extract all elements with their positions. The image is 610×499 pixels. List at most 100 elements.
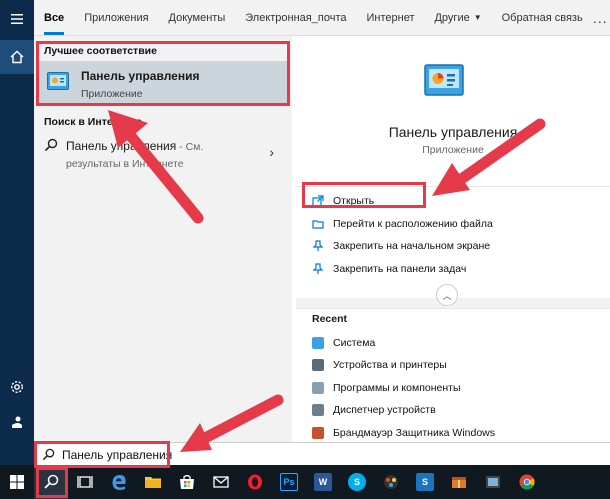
chrome-button[interactable] bbox=[510, 465, 544, 499]
recent-item-label: Диспетчер устройств bbox=[333, 404, 436, 416]
menu-button[interactable] bbox=[0, 2, 34, 36]
file-explorer-button[interactable] bbox=[136, 465, 170, 499]
feedback-link[interactable]: Обратная связь bbox=[492, 0, 591, 35]
account-button[interactable] bbox=[0, 405, 34, 439]
taskbar-search-button[interactable] bbox=[34, 465, 68, 499]
colorful-app-icon bbox=[384, 475, 398, 489]
recent-item-label: Программы и компоненты bbox=[333, 382, 461, 394]
system-icon bbox=[312, 337, 324, 349]
pin-taskbar-label: Закрепить на панели задач bbox=[333, 263, 467, 275]
tab-other-label: Другие bbox=[434, 11, 470, 24]
results-panel: Лучшее соответствие Панель управления Пр… bbox=[34, 36, 292, 465]
pin-start-action[interactable]: Закрепить на начальном экране bbox=[312, 237, 490, 255]
tab-other[interactable]: Другие ▼ bbox=[424, 0, 491, 35]
tab-email[interactable]: Электронная_почта bbox=[235, 0, 356, 35]
gear-icon bbox=[10, 380, 24, 394]
device-manager-icon bbox=[312, 404, 324, 416]
web-search-text: Панель управления - См. результаты в Инт… bbox=[66, 138, 256, 172]
collapse-button[interactable]: ︿ bbox=[436, 284, 458, 306]
opera-button[interactable] bbox=[238, 465, 272, 499]
skype-icon: S bbox=[348, 473, 366, 491]
recent-heading: Recent bbox=[312, 313, 348, 325]
word-button[interactable]: W bbox=[306, 465, 340, 499]
media-icon bbox=[486, 476, 500, 488]
edge-icon bbox=[112, 475, 126, 490]
recent-item[interactable]: Брандмауэр Защитника Windows bbox=[312, 424, 495, 442]
task-view-icon bbox=[77, 476, 93, 488]
best-match-item[interactable]: Панель управления Приложение bbox=[38, 61, 288, 105]
photoshop-icon: Ps bbox=[280, 473, 298, 491]
preview-subtitle: Приложение bbox=[422, 144, 484, 156]
store-button[interactable] bbox=[170, 465, 204, 499]
edge-button[interactable] bbox=[102, 465, 136, 499]
home-icon bbox=[10, 50, 24, 64]
search-icon bbox=[44, 138, 58, 152]
mail-button[interactable] bbox=[204, 465, 238, 499]
chevron-up-icon: ︿ bbox=[442, 290, 452, 301]
pin-icon bbox=[312, 240, 324, 251]
opera-icon bbox=[248, 474, 262, 490]
web-search-heading: Поиск в Интернете bbox=[44, 116, 143, 128]
file-location-action[interactable]: Перейти к расположению файла bbox=[312, 215, 493, 233]
photoshop-button[interactable]: Ps bbox=[272, 465, 306, 499]
folder-icon bbox=[312, 220, 324, 229]
recent-item[interactable]: Программы и компоненты bbox=[312, 379, 461, 397]
tab-documents[interactable]: Документы bbox=[159, 0, 236, 35]
tab-all[interactable]: Все bbox=[34, 0, 74, 35]
firewall-icon bbox=[312, 427, 324, 439]
recent-item[interactable]: Устройства и принтеры bbox=[312, 356, 447, 374]
preview-card: Панель управления Приложение bbox=[296, 36, 610, 186]
caret-down-icon: ▼ bbox=[473, 13, 482, 22]
best-match-heading: Лучшее соответствие bbox=[44, 45, 157, 57]
preview-title: Панель управления bbox=[388, 124, 518, 140]
control-panel-icon bbox=[47, 72, 69, 90]
task-view-button[interactable] bbox=[68, 465, 102, 499]
archiver-button[interactable] bbox=[442, 465, 476, 499]
store-icon bbox=[180, 474, 194, 489]
preview-panel: Панель управления Приложение Открыть Пер… bbox=[296, 36, 610, 465]
recent-item[interactable]: Диспетчер устройств bbox=[312, 401, 436, 419]
chevron-right-icon[interactable]: › bbox=[269, 144, 274, 160]
open-icon bbox=[312, 195, 324, 207]
pin-taskbar-action[interactable]: Закрепить на панели задач bbox=[312, 260, 466, 278]
web-search-item[interactable]: Панель управления - См. результаты в Инт… bbox=[38, 134, 288, 174]
recent-item-label: Система bbox=[333, 337, 376, 349]
search-icon bbox=[44, 474, 59, 489]
file-explorer-icon bbox=[145, 477, 161, 488]
media-button[interactable] bbox=[476, 465, 510, 499]
file-location-label: Перейти к расположению файла bbox=[333, 218, 493, 230]
best-match-type: Приложение bbox=[81, 88, 143, 100]
more-options-button[interactable]: ... bbox=[591, 0, 610, 35]
recent-item[interactable]: Система bbox=[312, 334, 375, 352]
tab-web[interactable]: Интернет bbox=[356, 0, 424, 35]
recent-item-label: Брандмауэр Защитника Windows bbox=[333, 427, 496, 439]
start-button[interactable] bbox=[0, 465, 34, 499]
control-panel-large-icon bbox=[424, 64, 464, 96]
archive-icon bbox=[452, 477, 466, 488]
search-icon bbox=[42, 448, 55, 461]
search-tabs: Все Приложения Документы Электронная_поч… bbox=[34, 0, 610, 36]
best-match-name: Панель управления bbox=[81, 69, 200, 83]
pin-icon bbox=[312, 263, 324, 274]
programs-icon bbox=[312, 382, 324, 394]
snagit-icon: S bbox=[416, 473, 434, 491]
recent-item-label: Устройства и принтеры bbox=[333, 359, 447, 371]
open-action[interactable]: Открыть bbox=[312, 192, 374, 210]
web-search-query: Панель управления bbox=[66, 139, 177, 153]
home-button[interactable] bbox=[0, 40, 34, 74]
app-button[interactable] bbox=[374, 465, 408, 499]
pin-start-label: Закрепить на начальном экране bbox=[333, 240, 491, 252]
printer-icon bbox=[312, 359, 324, 371]
start-search-window: Все Приложения Документы Электронная_поч… bbox=[0, 0, 610, 499]
chrome-icon bbox=[519, 474, 535, 490]
skype-button[interactable]: S bbox=[340, 465, 374, 499]
left-rail bbox=[0, 0, 34, 465]
search-input[interactable] bbox=[62, 445, 362, 465]
settings-button[interactable] bbox=[0, 370, 34, 404]
snagit-button[interactable]: S bbox=[408, 465, 442, 499]
tab-apps[interactable]: Приложения bbox=[74, 0, 158, 35]
word-icon: W bbox=[314, 473, 332, 491]
hamburger-icon bbox=[11, 14, 23, 24]
user-icon bbox=[12, 416, 22, 428]
preview-actions: Открыть Перейти к расположению файла Зак… bbox=[296, 186, 610, 298]
